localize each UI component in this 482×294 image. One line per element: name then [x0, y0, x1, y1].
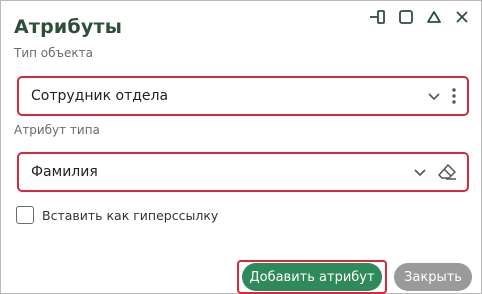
close-icon[interactable] — [453, 8, 471, 26]
window-controls — [369, 8, 471, 26]
hyperlink-checkbox-row[interactable]: Вставить как гиперссылку — [16, 206, 218, 224]
dialog-title: Атрибуты — [14, 16, 123, 38]
minimize-icon[interactable] — [425, 8, 443, 26]
eraser-icon[interactable] — [437, 163, 457, 181]
object-type-value: Сотрудник отдела — [31, 88, 169, 104]
more-vertical-icon[interactable] — [451, 87, 457, 105]
chevron-down-icon[interactable] — [427, 89, 441, 103]
add-attribute-button[interactable]: Добавить атрибут — [242, 263, 382, 291]
object-type-label: Тип объекта — [14, 46, 93, 60]
attribute-type-value: Фамилия — [31, 164, 98, 180]
attributes-dialog: Атрибуты Тип объекта Сотрудник отдела Ат… — [0, 0, 482, 294]
attribute-type-select[interactable]: Фамилия — [17, 152, 469, 192]
hyperlink-checkbox[interactable] — [16, 206, 34, 224]
object-type-select[interactable]: Сотрудник отдела — [17, 76, 469, 116]
hyperlink-checkbox-label: Вставить как гиперссылку — [42, 207, 219, 223]
dock-icon[interactable] — [369, 8, 387, 26]
attribute-type-label: Атрибут типа — [14, 123, 100, 137]
close-button[interactable]: Закрыть — [394, 263, 472, 291]
maximize-icon[interactable] — [397, 8, 415, 26]
chevron-down-icon[interactable] — [413, 165, 427, 179]
